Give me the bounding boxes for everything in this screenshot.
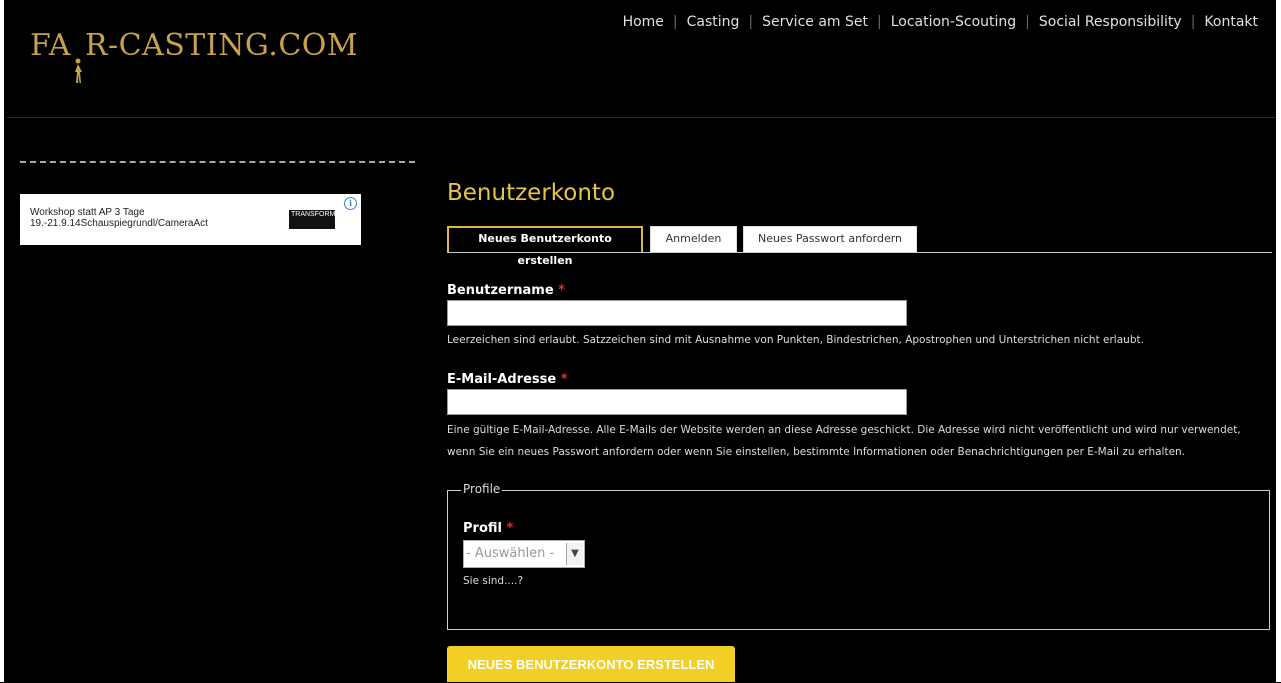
ad-info-icon[interactable]: i [344, 197, 357, 210]
chevron-down-icon[interactable]: ▼ [566, 543, 583, 565]
required-mark: * [560, 372, 568, 387]
site-header: FA R-CASTING.COM Home | Casting | Service am … [7, 0, 1276, 118]
nav-service-am-set[interactable]: Service am Set [762, 14, 868, 30]
email-label-text: E-Mail-Adresse [447, 372, 557, 387]
profile-label-text: Profil [463, 521, 502, 536]
tab-login[interactable]: Anmelden [650, 226, 737, 252]
username-input[interactable] [447, 300, 907, 326]
nav-location-scouting[interactable]: Location-Scouting [891, 14, 1016, 30]
nav-separator: | [1190, 14, 1196, 30]
username-label-text: Benutzername [447, 283, 554, 298]
ad-line-2: 19.-21.9.14Schauspiegrundl/CameraAct [30, 218, 208, 229]
required-mark: * [506, 521, 514, 536]
window-border-right [1276, 0, 1281, 682]
ad-line-1: Workshop statt AP 3 Tage [30, 207, 145, 218]
tab-request-password[interactable]: Neues Passwort anfordern [743, 226, 917, 252]
create-account-button[interactable]: NEUES BENUTZERKONTO ERSTELLEN [447, 646, 735, 682]
username-label: Benutzername * [447, 283, 565, 298]
nav-social-responsibility[interactable]: Social Responsibility [1039, 14, 1182, 30]
logo-text-right: R-CASTING.COM [84, 28, 359, 63]
sidebar-divider [20, 161, 415, 163]
nav-separator: | [1025, 14, 1030, 30]
nav-separator: | [877, 14, 882, 30]
account-tabs: Neues Benutzerkonto erstellen Anmelden N… [447, 226, 1272, 267]
logo-text-left: FA [30, 28, 71, 63]
username-description: Leerzeichen sind erlaubt. Satzzeichen si… [447, 334, 1144, 346]
nav-home[interactable]: Home [623, 14, 664, 30]
nav-kontakt[interactable]: Kontakt [1204, 14, 1258, 30]
page-title: Benutzerkonto [447, 180, 616, 207]
email-description-line-1: Eine gültige E-Mail-Adresse. Alle E-Mail… [447, 424, 1241, 436]
profile-fieldset-legend: Profile [461, 482, 503, 496]
profile-description: Sie sind....? [463, 575, 524, 587]
profile-label: Profil * [463, 521, 513, 536]
tab-create-account[interactable]: Neues Benutzerkonto erstellen [447, 226, 643, 267]
email-description-line-2: wenn Sie ein neues Passwort anfordern od… [447, 446, 1186, 458]
main-navigation: Home | Casting | Service am Set | Location-Sco… [623, 14, 1258, 30]
ad-banner[interactable]: Workshop statt AP 3 Tage 19.-21.9.14Scha… [20, 194, 361, 245]
required-mark: * [558, 283, 565, 298]
nav-separator: | [672, 14, 678, 30]
profile-select[interactable]: - Auswählen - ▼ [463, 540, 585, 568]
site-logo[interactable]: FA R-CASTING.COM [30, 28, 359, 83]
nav-separator: | [748, 14, 754, 30]
nav-casting[interactable]: Casting [687, 14, 740, 30]
profile-fieldset: Profile Profil * - Auswählen - ▼ Sie sin… [447, 482, 1270, 630]
profile-select-value: - Auswählen - [466, 546, 555, 561]
email-input[interactable] [447, 389, 907, 415]
email-label: E-Mail-Adresse * [447, 372, 568, 387]
ad-logo-badge: TRANSFORM [289, 210, 335, 229]
